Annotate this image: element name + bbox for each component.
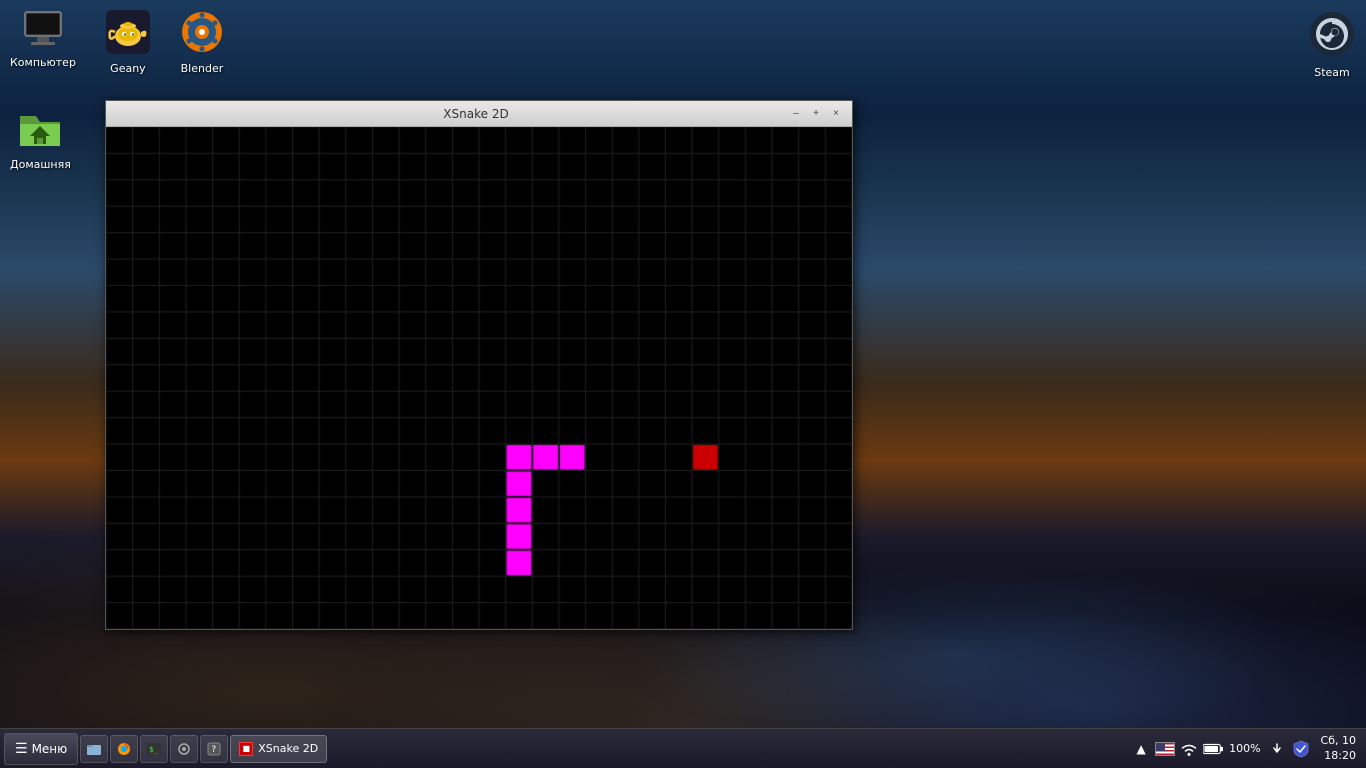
chevron-up-icon: ▲ [1136, 742, 1145, 756]
svg-text:?: ? [211, 745, 216, 755]
desktop-icon-computer[interactable]: Компьютер [10, 10, 76, 69]
shield-icon [1293, 740, 1309, 758]
svg-text:$_: $_ [149, 745, 159, 754]
taskbar-xsnake-btn[interactable]: ■ XSnake 2D [230, 735, 327, 763]
desktop-icon-blender[interactable]: Blender [180, 10, 224, 75]
taskbar-tray: ▲ [1131, 734, 1362, 763]
xsnake-window[interactable]: XSnake 2D – + × [105, 100, 853, 630]
window-titlebar[interactable]: XSnake 2D – + × [106, 101, 852, 127]
desktop-icon-steam[interactable]: Steam [1308, 10, 1356, 79]
tray-shield[interactable] [1291, 739, 1311, 759]
clock-time: 18:20 [1321, 749, 1356, 763]
geany-icon [106, 10, 150, 58]
wifi-icon [1180, 741, 1198, 757]
taskbar-firefox-btn[interactable] [110, 735, 138, 763]
blender-label: Blender [181, 62, 224, 75]
maximize-button[interactable]: + [808, 106, 824, 122]
taskbar-windows: ■ XSnake 2D [230, 735, 1129, 763]
xsnake-window-indicator: ■ [239, 742, 253, 756]
menu-icon: ☰ [15, 741, 28, 757]
taskbar: ☰ Меню [0, 728, 1366, 768]
battery-icon [1203, 742, 1223, 756]
tray-update[interactable] [1267, 739, 1287, 759]
menu-label: Меню [32, 742, 68, 756]
taskbar-menu-button[interactable]: ☰ Меню [4, 733, 78, 765]
game-canvas [106, 127, 852, 629]
home-folder-icon [18, 110, 62, 154]
steam-icon [1308, 10, 1356, 62]
close-button[interactable]: × [828, 106, 844, 122]
desktop: Компьютер [0, 0, 1366, 768]
window-title: XSnake 2D [164, 107, 788, 121]
computer-icon [21, 10, 65, 52]
taskbar-clock: Сб, 10 18:20 [1315, 734, 1362, 763]
flag-us-icon [1155, 742, 1175, 756]
desktop-icons-top-row: Компьютер [10, 10, 224, 75]
clock-date: Сб, 10 [1321, 734, 1356, 748]
geany-label: Geany [110, 62, 146, 75]
taskbar-quicklaunch: $_ ? [80, 735, 228, 763]
desktop-icon-home[interactable]: Домашняя [10, 110, 71, 171]
snake-canvas [106, 127, 852, 629]
minimize-button[interactable]: – [788, 106, 804, 122]
tray-battery-percent: 100% [1227, 739, 1262, 759]
tray-flag[interactable] [1155, 739, 1175, 759]
home-folder-label: Домашняя [10, 158, 71, 171]
tray-chevron[interactable]: ▲ [1131, 739, 1151, 759]
steam-label: Steam [1314, 66, 1350, 79]
tray-wifi[interactable] [1179, 739, 1199, 759]
taskbar-app5-btn[interactable]: ? [200, 735, 228, 763]
desktop-icon-geany[interactable]: Geany [106, 10, 150, 75]
computer-label: Компьютер [10, 56, 76, 69]
tray-battery[interactable] [1203, 739, 1223, 759]
window-controls: – + × [788, 106, 844, 122]
taskbar-xsnake-label: XSnake 2D [258, 742, 318, 755]
taskbar-terminal-btn[interactable]: $_ [140, 735, 168, 763]
taskbar-settings-btn[interactable] [170, 735, 198, 763]
blender-icon [180, 10, 224, 58]
taskbar-filemanager-btn[interactable] [80, 735, 108, 763]
update-icon [1269, 741, 1285, 757]
